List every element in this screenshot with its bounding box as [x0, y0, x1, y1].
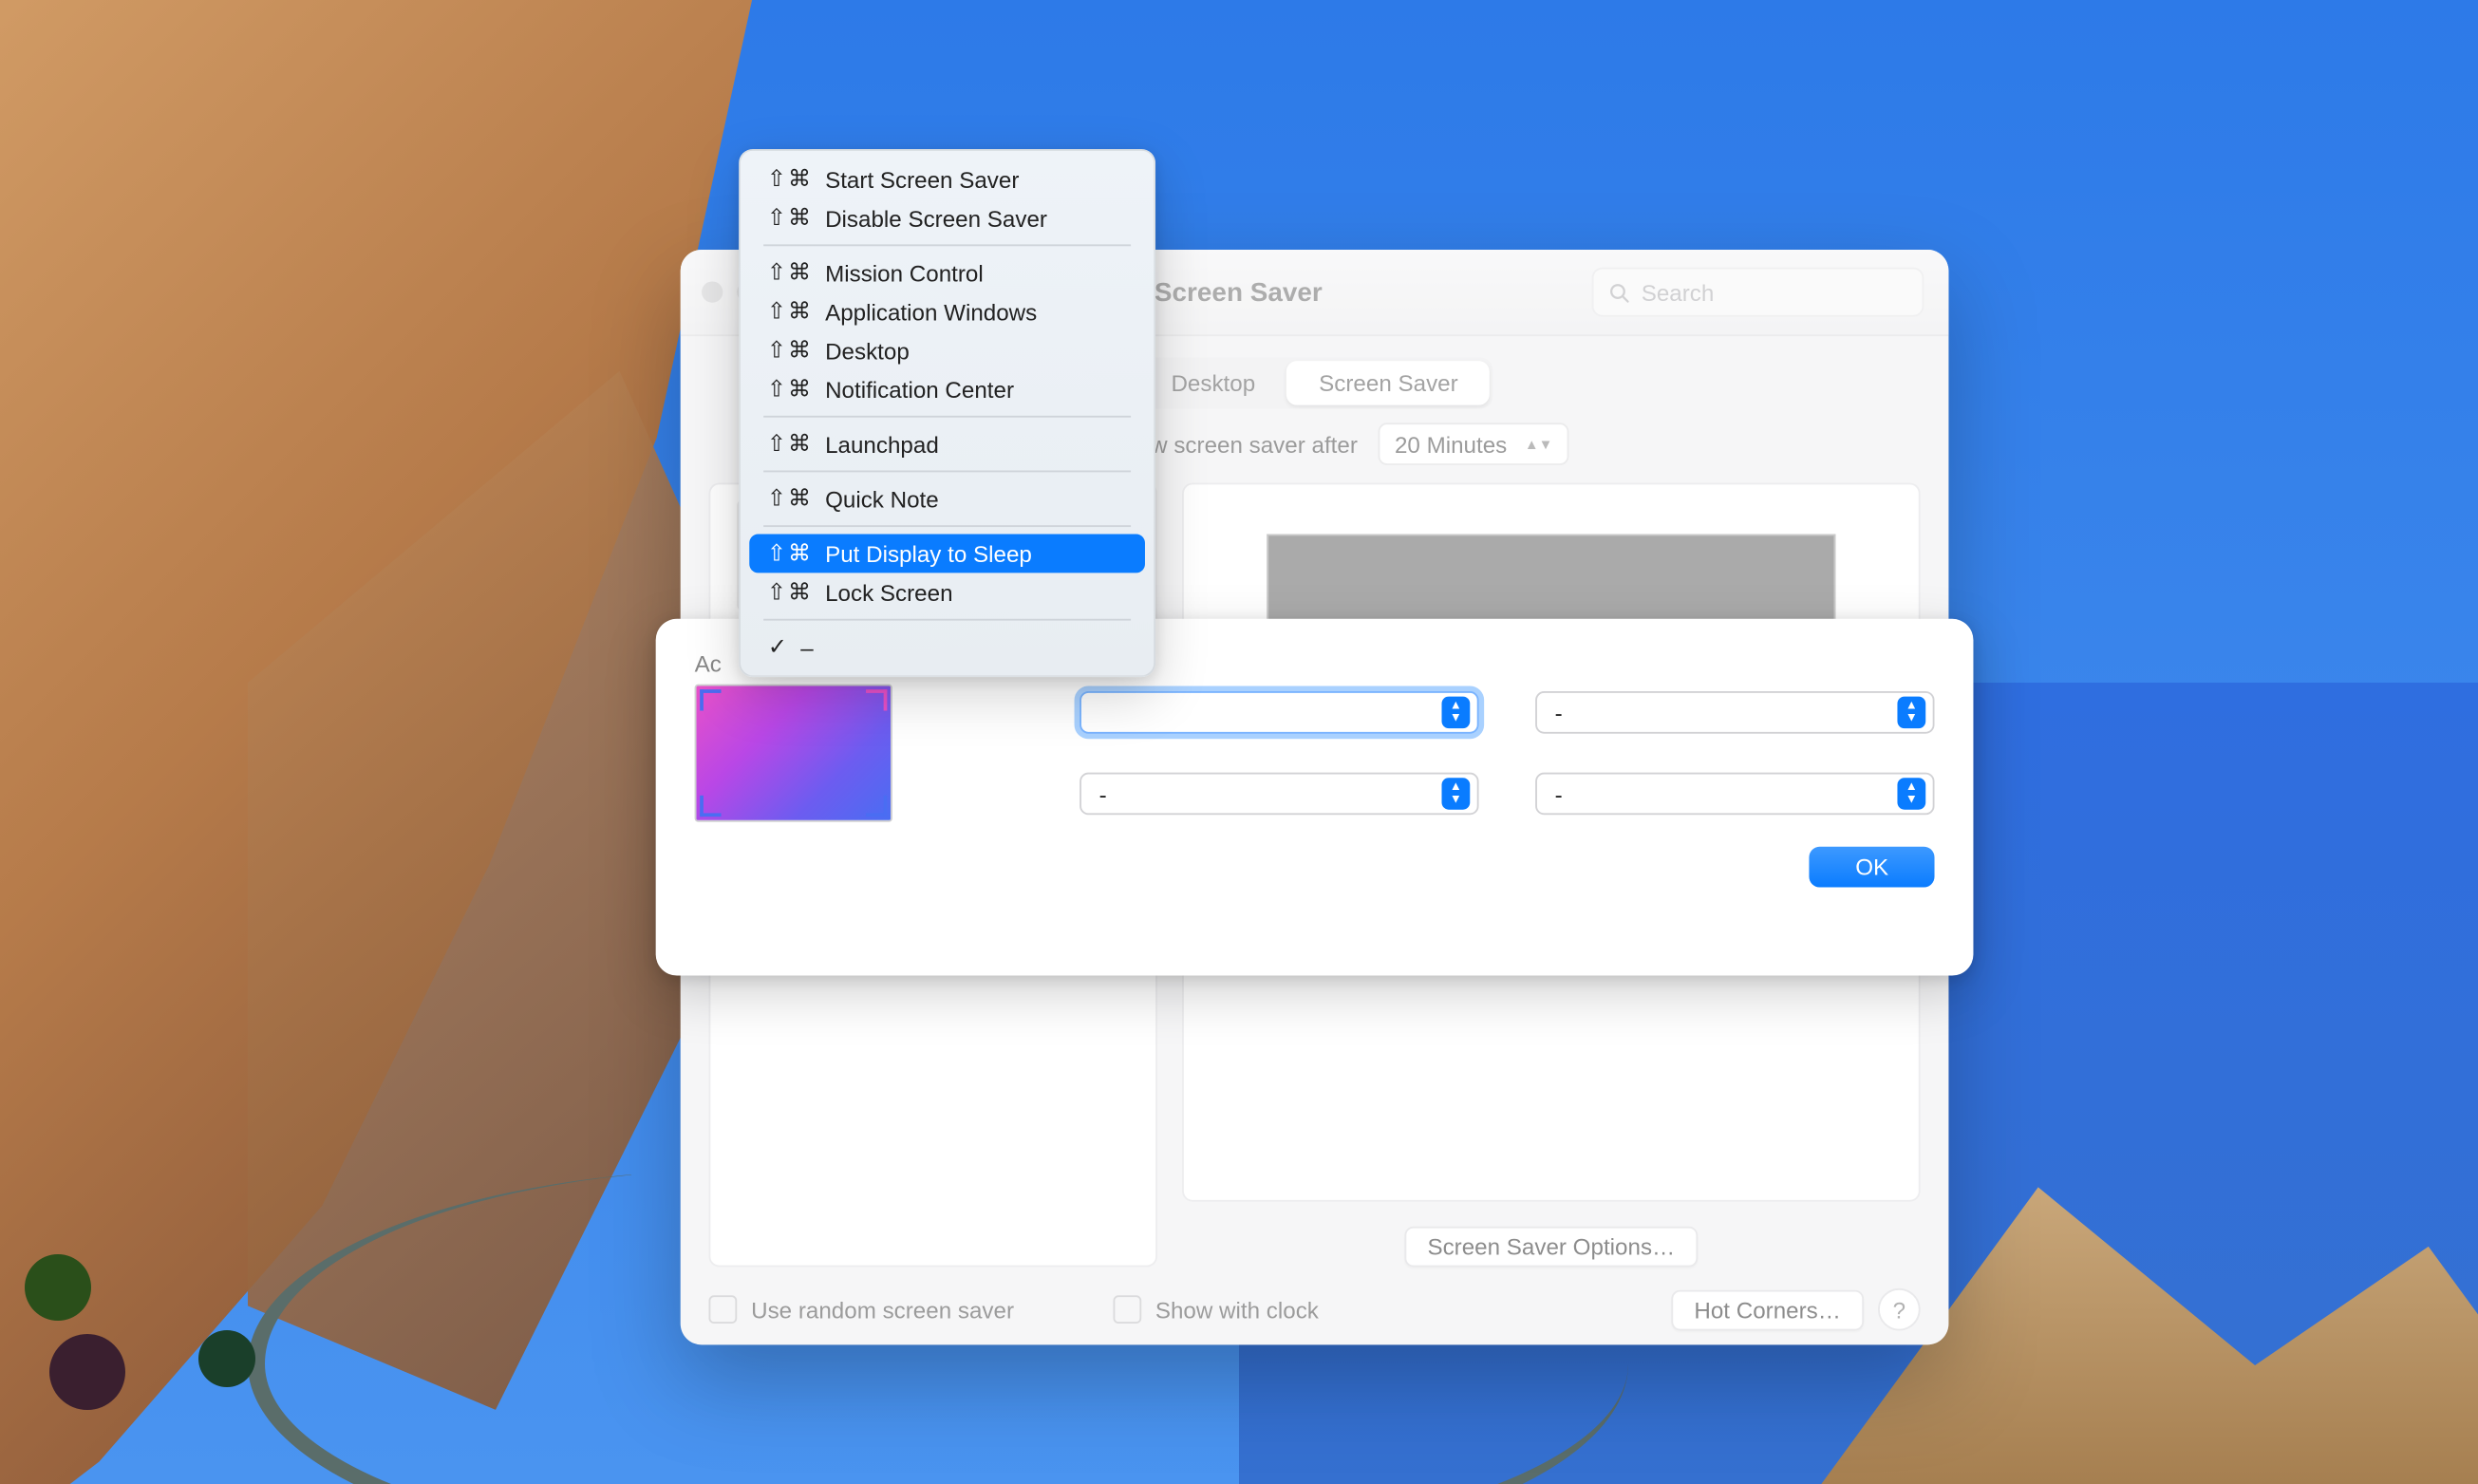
corner-popup-top-left[interactable]: ▲▼ [1079, 691, 1478, 734]
menu-item-lock[interactable]: ⇧⌘ Lock Screen [749, 573, 1145, 611]
check-icon: ✓ [766, 632, 787, 661]
monitor-diagram [694, 684, 892, 821]
hot-corners-button[interactable]: Hot Corners… [1671, 1288, 1864, 1329]
menu-item-label: Application Windows [825, 298, 1037, 325]
tab-screen-saver[interactable]: Screen Saver [1286, 361, 1489, 405]
chevron-updown-icon: ▲▼ [1441, 778, 1470, 809]
corner-action-menu[interactable]: ⇧⌘ Start Screen Saver ⇧⌘ Disable Screen Sav… [739, 148, 1155, 676]
help-button[interactable]: ? [1877, 1287, 1920, 1330]
menu-item-quicknote[interactable]: ⇧⌘ Quick Note [749, 479, 1145, 517]
menu-item-label: Quick Note [825, 485, 939, 512]
menu-item-app-win[interactable]: ⇧⌘ Application Windows [749, 291, 1145, 330]
menu-item-label: Notification Center [825, 375, 1014, 402]
modifier-keys: ⇧⌘ [766, 297, 812, 326]
modifier-keys: ⇧⌘ [766, 164, 812, 193]
modifier-keys: ⇧⌘ [766, 484, 812, 513]
modifier-keys: ⇧⌘ [766, 577, 812, 606]
menu-item-label: Desktop [825, 337, 910, 364]
menu-item-label: Disable Screen Saver [825, 204, 1047, 231]
menu-item-label: – [800, 633, 813, 660]
menu-item-label: Launchpad [825, 430, 939, 457]
ok-button[interactable]: OK [1809, 846, 1934, 887]
menu-item-disable-ss[interactable]: ⇧⌘ Disable Screen Saver [749, 198, 1145, 237]
corner-popup-bottom-left[interactable]: - ▲▼ [1079, 772, 1478, 815]
tab-segmented-control: Desktop Screen Saver [1136, 357, 1493, 408]
menu-item-launchpad[interactable]: ⇧⌘ Launchpad [749, 424, 1145, 463]
chevron-updown-icon: ▲▼ [1441, 696, 1470, 727]
menu-item-start-ss[interactable]: ⇧⌘ Start Screen Saver [749, 160, 1145, 198]
random-label: Use random screen saver [751, 1296, 1014, 1323]
menu-item-label: Put Display to Sleep [825, 539, 1032, 566]
menu-item-label: Mission Control [825, 259, 984, 286]
corner-popup-bottom-right[interactable]: - ▲▼ [1535, 772, 1934, 815]
modifier-keys: ⇧⌘ [766, 336, 812, 365]
tab-desktop[interactable]: Desktop [1138, 361, 1286, 405]
menu-item-label: Start Screen Saver [825, 165, 1019, 192]
show-after-popup[interactable]: 20 Minutes ▲▼ [1379, 423, 1568, 465]
menu-item-none[interactable]: ✓– [749, 628, 1145, 667]
modifier-keys: ⇧⌘ [766, 258, 812, 287]
modifier-keys: ⇧⌘ [766, 539, 812, 568]
modifier-keys: ⇧⌘ [766, 375, 812, 404]
search-placeholder: Search [1641, 278, 1714, 305]
menu-item-sleep[interactable]: ⇧⌘ Put Display to Sleep [749, 534, 1145, 573]
modifier-keys: ⇧⌘ [766, 203, 812, 232]
menu-item-label: Lock Screen [825, 578, 952, 605]
clock-checkbox[interactable] [1113, 1295, 1141, 1324]
chevron-updown-icon: ▲▼ [1524, 439, 1551, 447]
chevron-updown-icon: ▲▼ [1897, 696, 1925, 727]
screensaver-options-button[interactable]: Screen Saver Options… [1404, 1226, 1698, 1267]
menu-item-notif[interactable]: ⇧⌘ Notification Center [749, 369, 1145, 408]
menu-item-mission[interactable]: ⇧⌘ Mission Control [749, 253, 1145, 291]
random-checkbox[interactable] [708, 1295, 737, 1324]
search-icon [1607, 280, 1630, 303]
chevron-updown-icon: ▲▼ [1897, 778, 1925, 809]
search-field[interactable]: Search [1591, 267, 1924, 316]
modifier-keys: ⇧⌘ [766, 429, 812, 458]
clock-label: Show with clock [1155, 1296, 1318, 1323]
corner-popup-top-right[interactable]: - ▲▼ [1535, 691, 1934, 734]
menu-item-desktop[interactable]: ⇧⌘ Desktop [749, 330, 1145, 369]
